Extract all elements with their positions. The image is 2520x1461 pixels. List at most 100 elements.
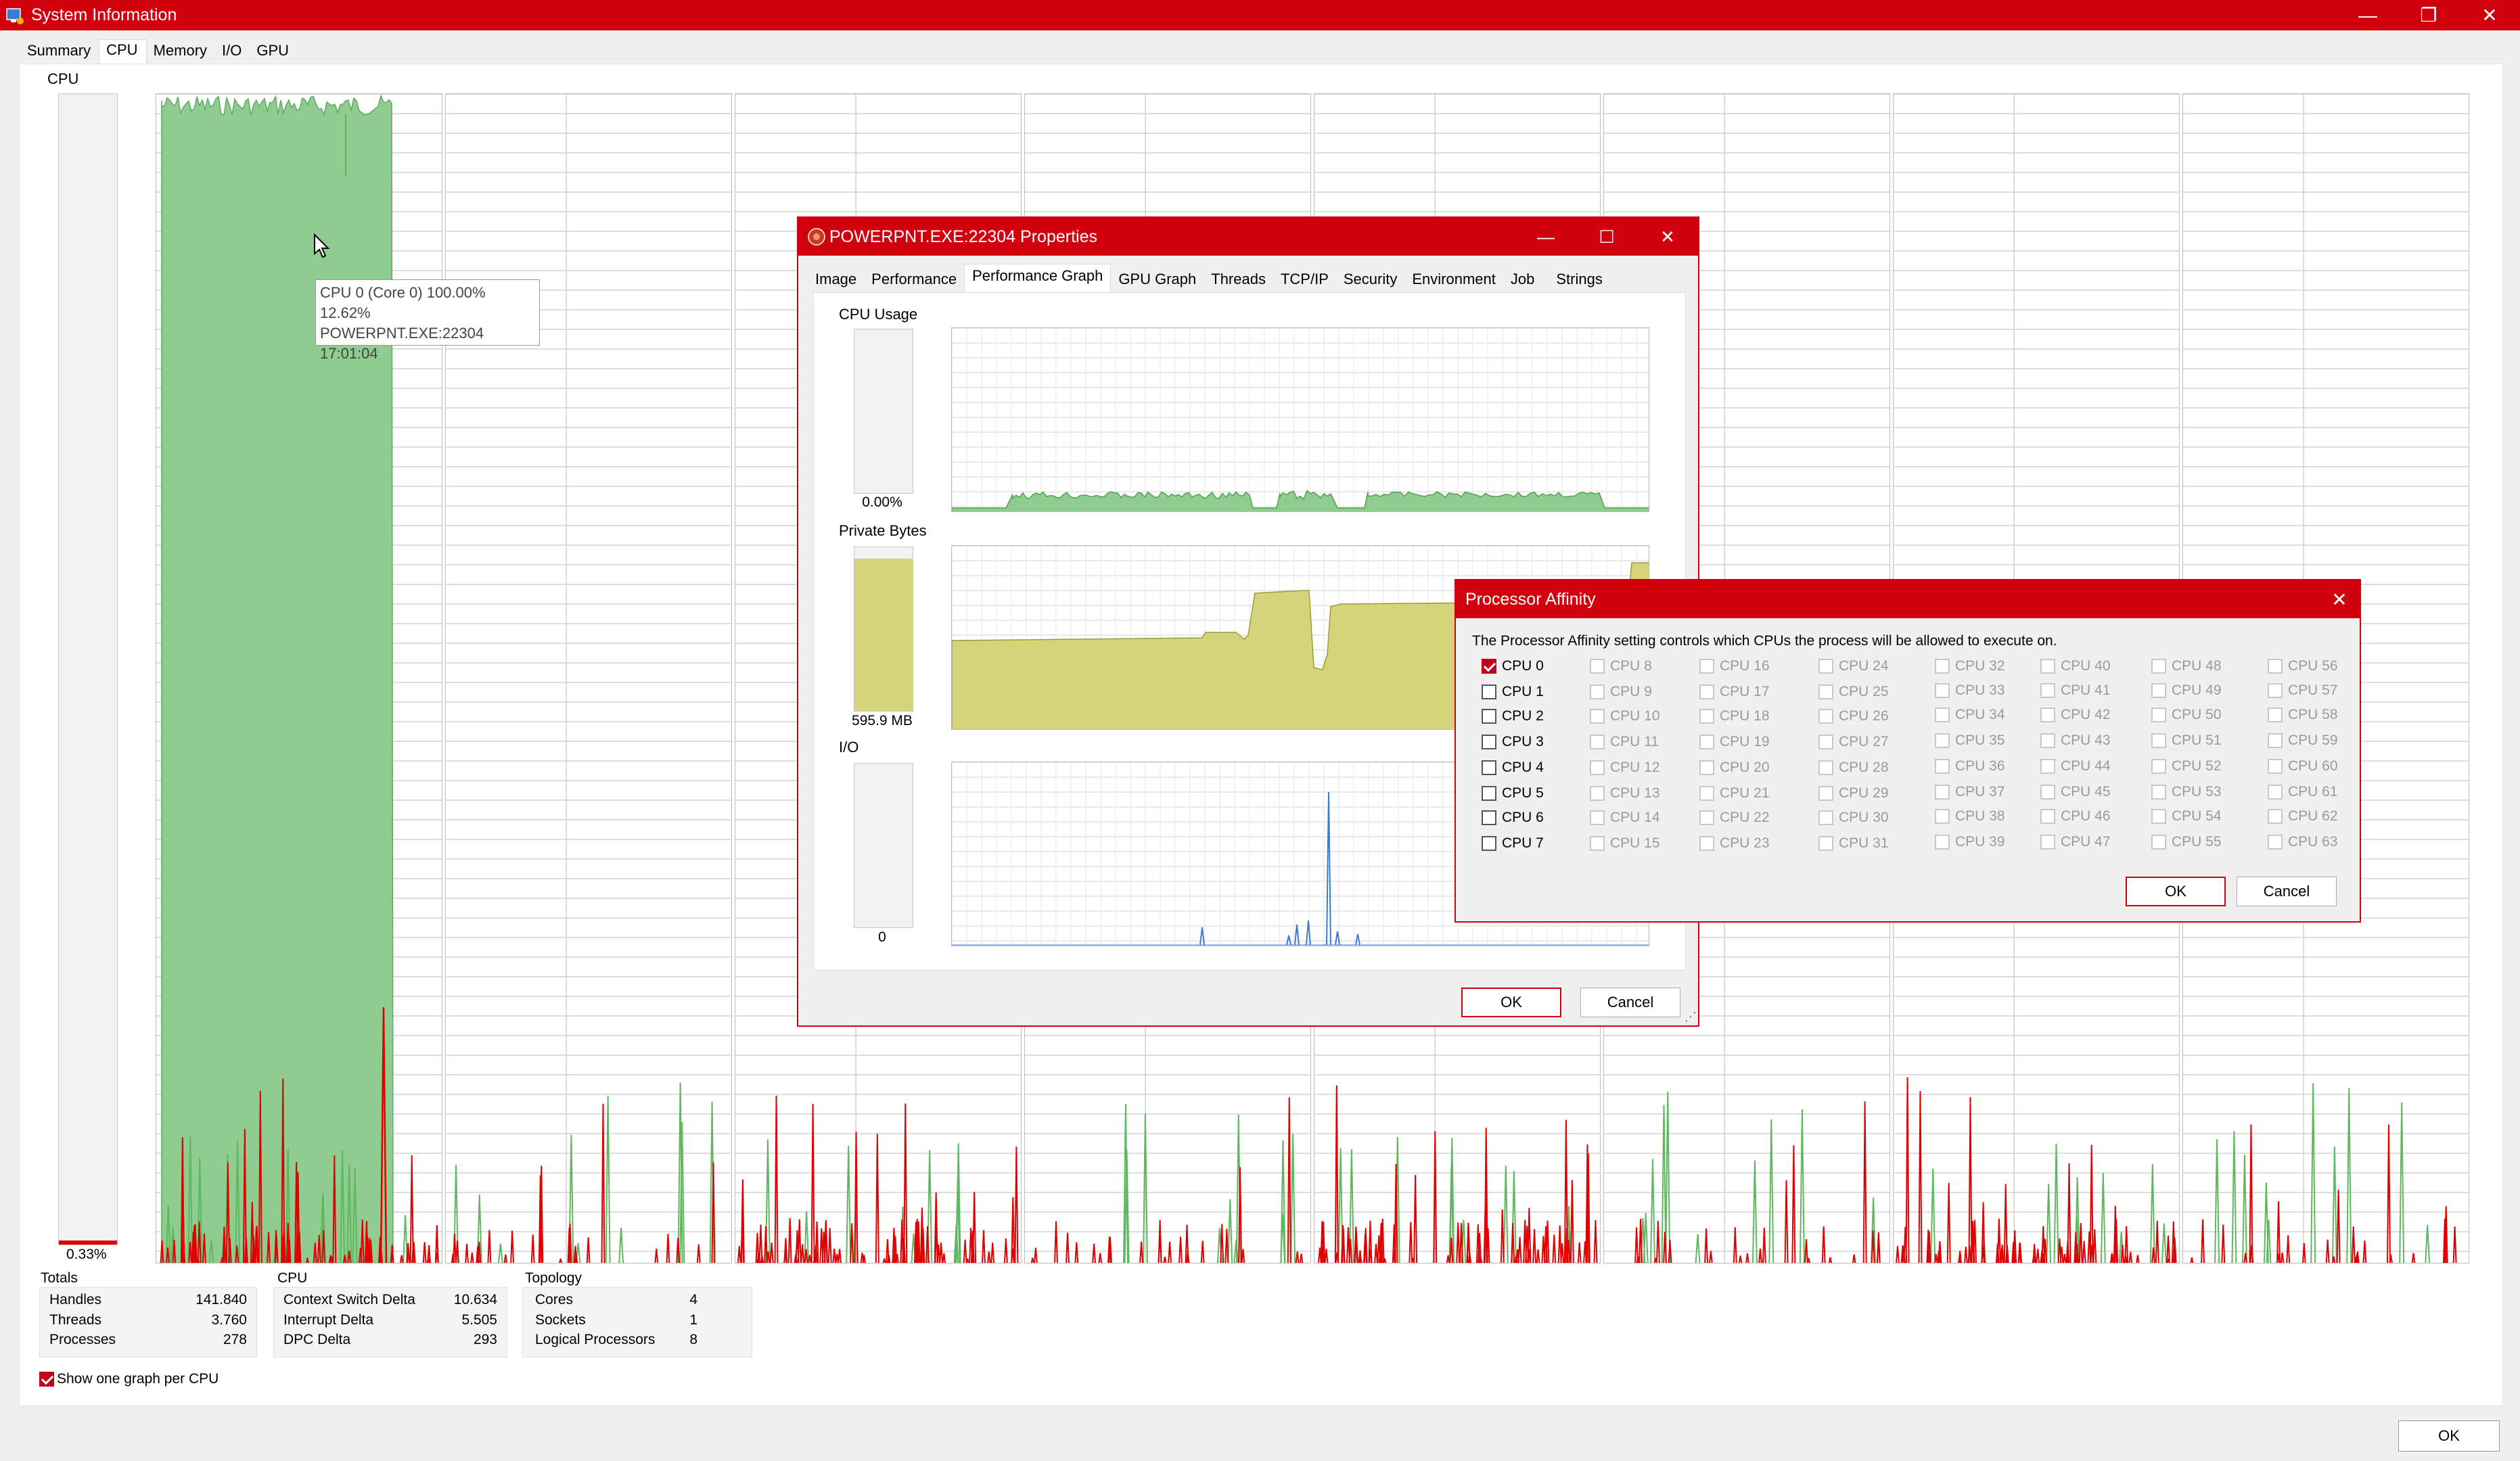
checkbox-checked-icon[interactable] [39,1372,54,1387]
tab-job[interactable]: Job [1503,268,1542,292]
cpu-affinity-checkbox-25[interactable]: CPU 25 [1818,682,1889,702]
show-one-graph-per-cpu-checkbox[interactable]: Show one graph per CPU [39,1371,219,1387]
checkbox-unchecked-icon[interactable] [2040,683,2055,698]
checkbox-unchecked-icon[interactable] [1699,709,1714,724]
tab-gpu[interactable]: GPU [250,39,297,64]
checkbox-unchecked-icon[interactable] [1818,810,1833,825]
checkbox-unchecked-icon[interactable] [2268,809,2283,824]
cpu-affinity-checkbox-32[interactable]: CPU 32 [1935,656,2005,676]
checkbox-unchecked-icon[interactable] [1935,683,1950,698]
cpu-affinity-checkbox-48[interactable]: CPU 48 [2151,656,2222,676]
cpu-affinity-checkbox-8[interactable]: CPU 8 [1590,656,1652,676]
cpu-graph-0[interactable] [156,93,442,1263]
cpu-affinity-checkbox-37[interactable]: CPU 37 [1935,782,2005,802]
cpu-affinity-checkbox-50[interactable]: CPU 50 [2151,705,2222,725]
properties-close-button[interactable]: ✕ [1637,218,1698,256]
checkbox-unchecked-icon[interactable] [1482,760,1496,775]
cpu-affinity-checkbox-40[interactable]: CPU 40 [2040,656,2111,676]
checkbox-unchecked-icon[interactable] [1590,685,1605,699]
checkbox-unchecked-icon[interactable] [1590,836,1605,851]
checkbox-unchecked-icon[interactable] [1590,735,1605,749]
tab-cpu[interactable]: CPU [99,39,147,64]
cpu-affinity-checkbox-46[interactable]: CPU 46 [2040,806,2111,827]
checkbox-checked-icon[interactable] [1482,659,1496,674]
cpu-affinity-checkbox-43[interactable]: CPU 43 [2040,730,2111,751]
cpu-affinity-checkbox-13[interactable]: CPU 13 [1590,783,1660,804]
checkbox-unchecked-icon[interactable] [1818,685,1833,699]
tab-memory[interactable]: Memory [147,39,215,64]
cpu-graph-1[interactable] [445,93,732,1263]
cpu-affinity-checkbox-14[interactable]: CPU 14 [1590,808,1660,828]
cpu-affinity-checkbox-56[interactable]: CPU 56 [2268,656,2338,676]
checkbox-unchecked-icon[interactable] [1482,810,1496,825]
cpu-affinity-checkbox-39[interactable]: CPU 39 [1935,832,2005,852]
cpu-affinity-checkbox-45[interactable]: CPU 45 [2040,782,2111,802]
main-ok-button[interactable]: OK [2398,1420,2500,1452]
close-button[interactable]: ✕ [2459,0,2520,30]
checkbox-unchecked-icon[interactable] [1699,659,1714,674]
checkbox-unchecked-icon[interactable] [2151,809,2166,824]
checkbox-unchecked-icon[interactable] [2268,708,2283,722]
checkbox-unchecked-icon[interactable] [2151,659,2166,674]
affinity-close-button[interactable]: ✕ [2319,580,2360,618]
checkbox-unchecked-icon[interactable] [2040,659,2055,674]
checkbox-unchecked-icon[interactable] [1482,836,1496,851]
cpu-affinity-checkbox-6[interactable]: CPU 6 [1482,808,1544,828]
checkbox-unchecked-icon[interactable] [1590,786,1605,801]
cpu-affinity-checkbox-63[interactable]: CPU 63 [2268,832,2338,852]
tab-environment[interactable]: Environment [1404,268,1503,292]
checkbox-unchecked-icon[interactable] [2040,785,2055,799]
cpu-affinity-checkbox-47[interactable]: CPU 47 [2040,832,2111,852]
cpu-affinity-checkbox-29[interactable]: CPU 29 [1818,783,1889,804]
cpu-affinity-checkbox-55[interactable]: CPU 55 [2151,832,2222,852]
checkbox-unchecked-icon[interactable] [2151,683,2166,698]
checkbox-unchecked-icon[interactable] [1699,810,1714,825]
cpu-affinity-checkbox-21[interactable]: CPU 21 [1699,783,1770,804]
cpu-affinity-checkbox-41[interactable]: CPU 41 [2040,680,2111,701]
cpu-affinity-checkbox-34[interactable]: CPU 34 [1935,705,2005,725]
checkbox-unchecked-icon[interactable] [1590,709,1605,724]
cpu-affinity-checkbox-7[interactable]: CPU 7 [1482,833,1544,854]
cpu-affinity-checkbox-5[interactable]: CPU 5 [1482,783,1544,804]
checkbox-unchecked-icon[interactable] [2040,708,2055,722]
checkbox-unchecked-icon[interactable] [2151,835,2166,850]
cpu-affinity-checkbox-10[interactable]: CPU 10 [1590,706,1660,726]
checkbox-unchecked-icon[interactable] [2268,683,2283,698]
tab-performance-graph[interactable]: Performance Graph [964,264,1112,292]
cpu-affinity-checkbox-4[interactable]: CPU 4 [1482,758,1544,778]
cpu-affinity-checkbox-42[interactable]: CPU 42 [2040,705,2111,725]
tab-performance[interactable]: Performance [864,268,964,292]
cpu-affinity-checkbox-54[interactable]: CPU 54 [2151,806,2222,827]
checkbox-unchecked-icon[interactable] [1818,659,1833,674]
checkbox-unchecked-icon[interactable] [2040,835,2055,850]
cpu-affinity-checkbox-26[interactable]: CPU 26 [1818,706,1889,726]
properties-minimize-button[interactable]: — [1515,218,1576,256]
tab-strings[interactable]: Strings [1549,268,1609,292]
restore-button[interactable]: ❐ [2398,0,2459,30]
checkbox-unchecked-icon[interactable] [1699,735,1714,749]
checkbox-unchecked-icon[interactable] [1818,786,1833,801]
cpu-affinity-checkbox-28[interactable]: CPU 28 [1818,758,1889,778]
cpu-affinity-checkbox-9[interactable]: CPU 9 [1590,682,1652,702]
cpu-affinity-checkbox-44[interactable]: CPU 44 [2040,756,2111,776]
checkbox-unchecked-icon[interactable] [1818,836,1833,851]
cpu-affinity-checkbox-35[interactable]: CPU 35 [1935,730,2005,751]
affinity-ok-button[interactable]: OK [2126,877,2226,906]
checkbox-unchecked-icon[interactable] [1818,735,1833,749]
checkbox-unchecked-icon[interactable] [2268,785,2283,799]
checkbox-unchecked-icon[interactable] [1590,659,1605,674]
cpu-affinity-checkbox-17[interactable]: CPU 17 [1699,682,1770,702]
tab-summary[interactable]: Summary [20,39,99,64]
checkbox-unchecked-icon[interactable] [2151,733,2166,748]
cpu-affinity-checkbox-53[interactable]: CPU 53 [2151,782,2222,802]
checkbox-unchecked-icon[interactable] [1935,759,1950,774]
checkbox-unchecked-icon[interactable] [1699,685,1714,699]
cpu-affinity-checkbox-11[interactable]: CPU 11 [1590,732,1659,752]
checkbox-unchecked-icon[interactable] [1590,760,1605,775]
checkbox-unchecked-icon[interactable] [2151,785,2166,799]
checkbox-unchecked-icon[interactable] [1935,785,1950,799]
cpu-affinity-checkbox-3[interactable]: CPU 3 [1482,732,1544,752]
cpu-affinity-checkbox-62[interactable]: CPU 62 [2268,806,2338,827]
checkbox-unchecked-icon[interactable] [2151,708,2166,722]
properties-maximize-button[interactable]: ☐ [1576,218,1637,256]
